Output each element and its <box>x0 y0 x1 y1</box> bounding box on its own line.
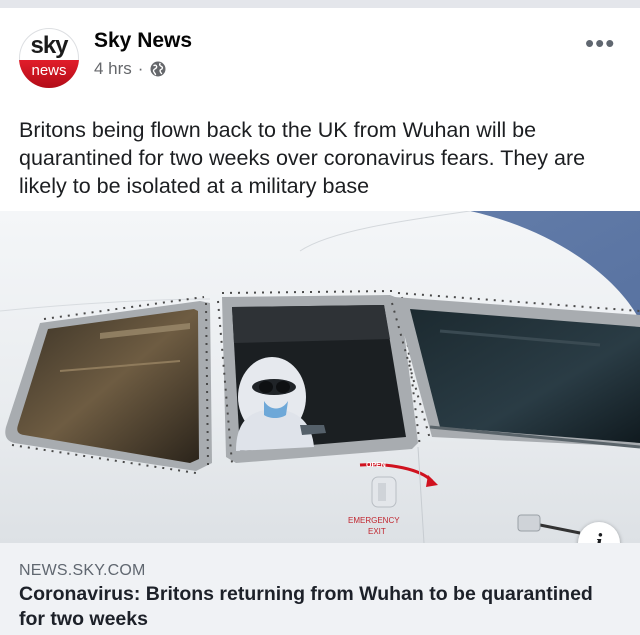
open-label: OPEN <box>366 462 386 469</box>
more-options-icon[interactable]: ••• <box>585 28 615 59</box>
avatar-logo-news-bar: news <box>19 60 79 88</box>
emergency-label: EMERGENCY <box>348 516 400 525</box>
post-time[interactable]: 4 hrs <box>94 59 132 79</box>
link-preview[interactable]: NEWS.SKY.COM Coronavirus: Britons return… <box>0 543 640 635</box>
link-domain: NEWS.SKY.COM <box>19 562 146 579</box>
top-divider <box>0 0 640 8</box>
avatar[interactable]: sky news <box>19 28 79 88</box>
link-headline[interactable]: Coronavirus: Britons returning from Wuha… <box>19 582 619 632</box>
exit-label: EXIT <box>368 527 386 536</box>
avatar-logo-news: news <box>31 62 67 79</box>
post-caption: Britons being flown back to the UK from … <box>19 118 586 198</box>
post-photo[interactable]: OPEN EMERGENCY EXIT <box>0 211 640 543</box>
airplane-cockpit-image: OPEN EMERGENCY EXIT <box>0 211 640 543</box>
post-meta: 4 hrs · <box>94 59 167 79</box>
globe-icon <box>150 61 166 77</box>
meta-separator: · <box>137 59 144 78</box>
avatar-logo-sky: sky <box>30 32 68 59</box>
page-name[interactable]: Sky News <box>94 29 192 53</box>
